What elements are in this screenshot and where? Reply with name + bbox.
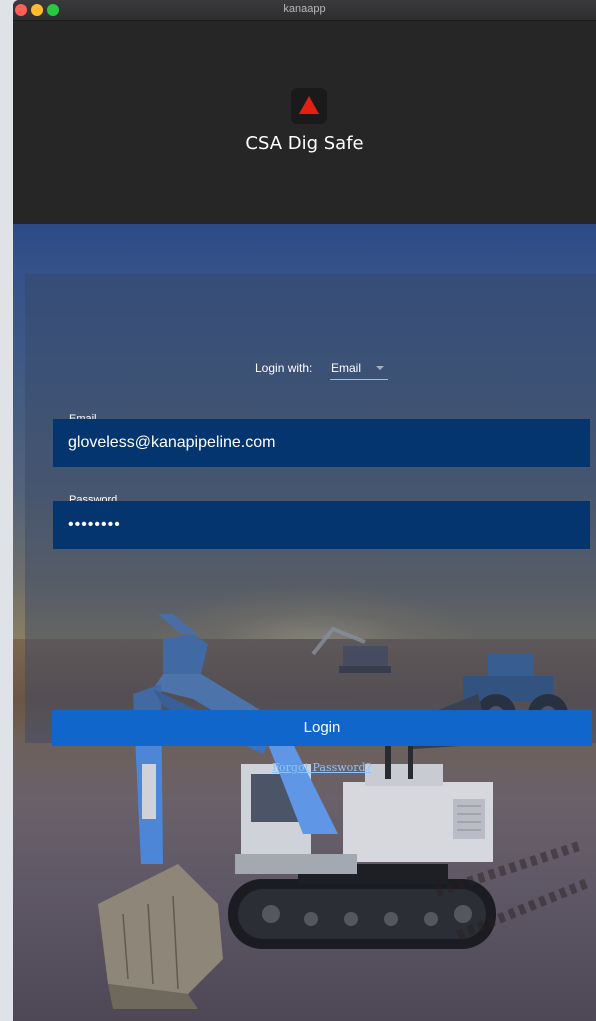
app-logo [291, 88, 327, 124]
email-field[interactable] [53, 419, 590, 467]
login-method-value: Email [331, 361, 362, 375]
excavator-bucket [98, 864, 223, 1009]
window-title: kanaapp [283, 3, 326, 15]
chevron-down-icon [376, 366, 384, 370]
app-title: CSA Dig Safe [245, 133, 364, 154]
login-method-select[interactable]: Email [330, 359, 388, 380]
login-button[interactable]: Login [52, 710, 592, 746]
app-window: kanaapp CSA Dig Safe Login with: Email g… [13, 0, 596, 1021]
forgot-password-link[interactable]: Forgot Password? [272, 761, 371, 774]
login-with-label: Login with: [255, 361, 313, 375]
password-field[interactable] [53, 501, 590, 549]
title-bar: kanaapp [13, 0, 596, 21]
red-triangle-icon [299, 96, 319, 114]
app-header: CSA Dig Safe [13, 21, 596, 224]
login-panel: Login with: Email Email Password Login F… [25, 274, 596, 774]
background-image: Login with: Email Email Password Login F… [13, 224, 596, 1021]
excavator-tracks [228, 864, 496, 949]
